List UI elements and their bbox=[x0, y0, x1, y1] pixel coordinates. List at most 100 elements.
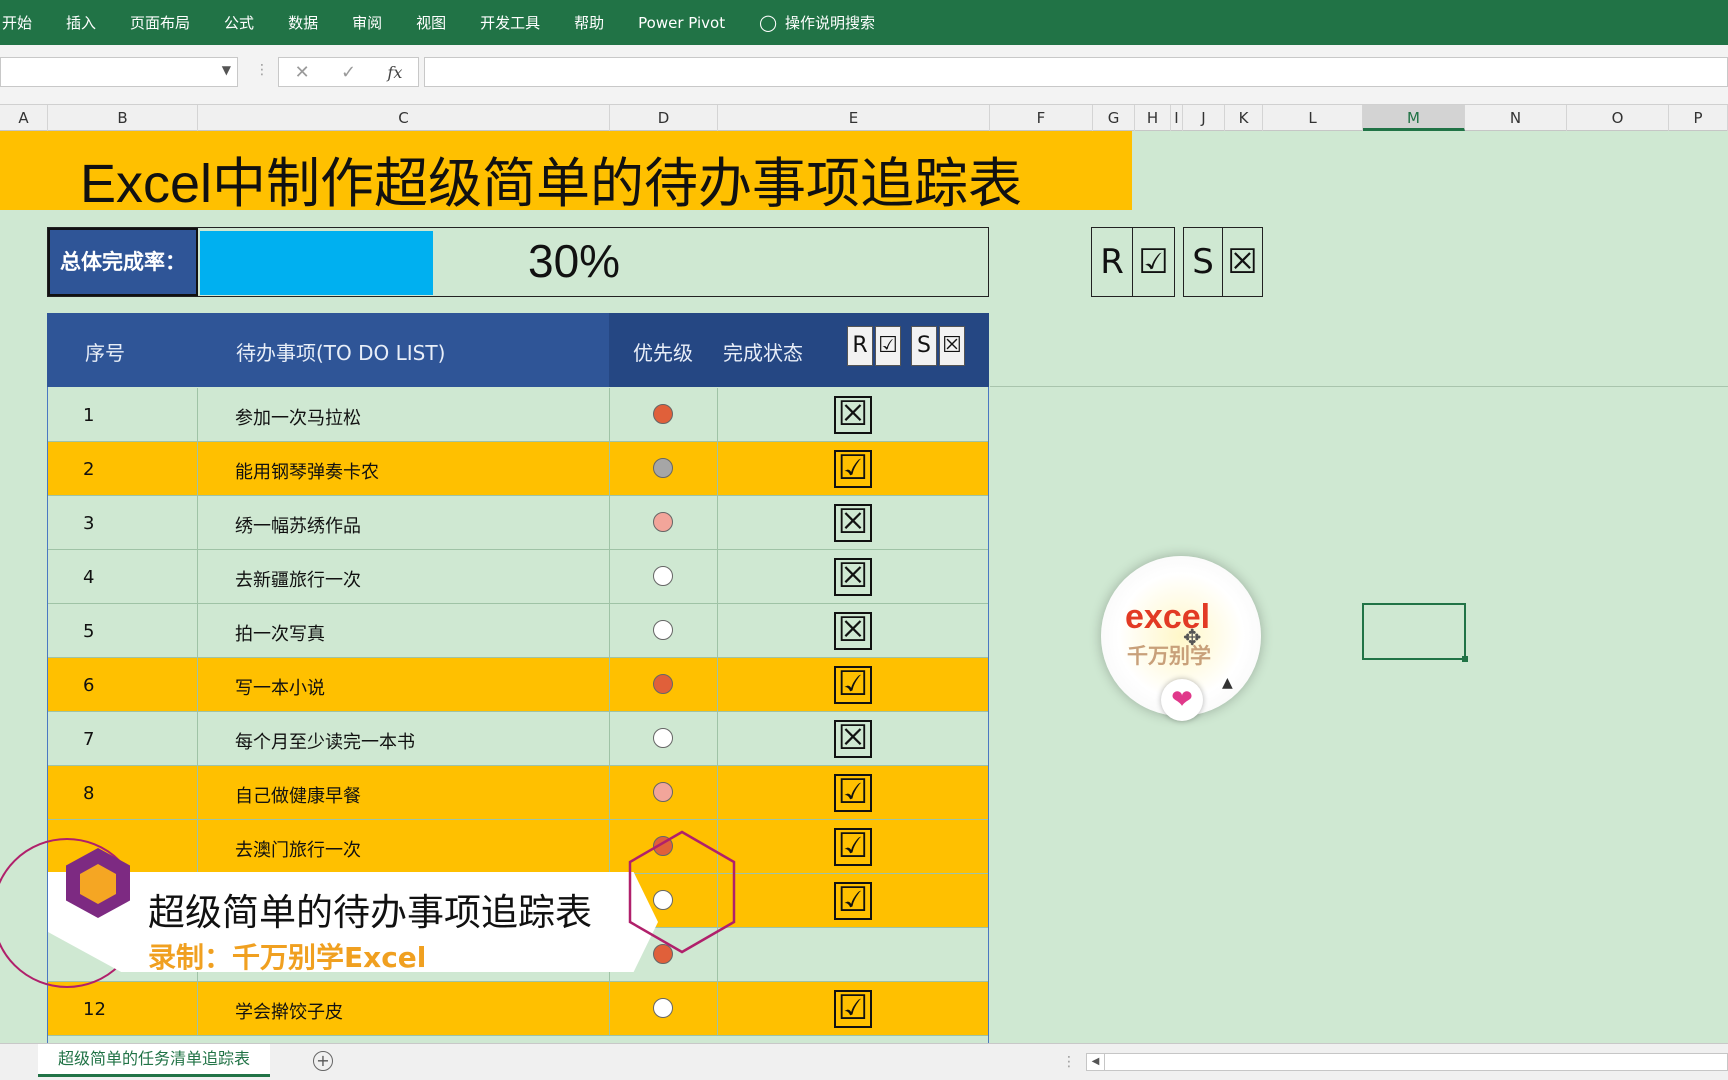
row-number: 5 bbox=[83, 621, 95, 642]
col-divider bbox=[717, 712, 718, 766]
header-mini-r: R bbox=[847, 326, 873, 366]
col-header-k[interactable]: K bbox=[1225, 105, 1263, 131]
row-task: 去新疆旅行一次 bbox=[235, 570, 361, 591]
col-header-e[interactable]: E bbox=[718, 105, 990, 131]
table-row[interactable]: 6 写一本小说 ☑ bbox=[47, 658, 989, 712]
selected-cell[interactable] bbox=[1362, 603, 1468, 662]
table-row[interactable]: 12 学会擀饺子皮 ☑ bbox=[47, 982, 989, 1036]
priority-dot-icon bbox=[653, 566, 673, 586]
hexagon-outline-decoration bbox=[628, 830, 736, 954]
status-checkbox[interactable]: ☑ bbox=[834, 450, 872, 488]
row-number: 6 bbox=[83, 675, 95, 696]
glyph-legend-s[interactable]: S ☒ bbox=[1183, 227, 1263, 297]
heart-icon[interactable]: ❤ bbox=[1161, 679, 1203, 721]
priority-dot-icon bbox=[653, 512, 673, 532]
col-header-h[interactable]: H bbox=[1135, 105, 1171, 131]
tab-insert[interactable]: 插入 bbox=[66, 12, 96, 33]
col-divider bbox=[717, 766, 718, 820]
col-header-m[interactable]: M bbox=[1363, 105, 1465, 131]
col-divider bbox=[717, 604, 718, 658]
col-header-c[interactable]: C bbox=[198, 105, 610, 131]
status-checkbox[interactable]: ☑ bbox=[834, 882, 872, 920]
completion-rate-box[interactable]: 总体完成率： 30% bbox=[47, 227, 989, 297]
col-header-o[interactable]: O bbox=[1567, 105, 1669, 131]
col-header-b[interactable]: B bbox=[48, 105, 198, 131]
title-banner[interactable]: Excel中制作超级简单的待办事项追踪表 bbox=[0, 131, 1132, 214]
caption-subtitle: 录制：千万别学Excel bbox=[148, 941, 427, 974]
col-header-a[interactable]: A bbox=[0, 105, 48, 131]
cancel-icon[interactable]: ✕ bbox=[295, 62, 310, 83]
tab-help[interactable]: 帮助 bbox=[574, 12, 604, 33]
table-row[interactable]: 去澳门旅行一次 ☑ bbox=[47, 820, 989, 874]
name-box[interactable]: ▼ bbox=[0, 57, 238, 87]
col-header-n[interactable]: N bbox=[1465, 105, 1567, 131]
add-sheet-icon[interactable]: + bbox=[313, 1051, 333, 1071]
col-divider bbox=[609, 604, 610, 658]
priority-dot-icon bbox=[653, 458, 673, 478]
status-checkbox[interactable]: ☒ bbox=[834, 612, 872, 650]
table-header: 序号 待办事项(TO DO LIST) 优先级 完成状态 R ☑ S ☒ bbox=[47, 313, 989, 387]
tab-formulas[interactable]: 公式 bbox=[224, 12, 254, 33]
status-checkbox[interactable]: ☑ bbox=[834, 828, 872, 866]
status-checkbox[interactable]: ☑ bbox=[834, 666, 872, 704]
table-row[interactable]: 5 拍一次写真 ☒ bbox=[47, 604, 989, 658]
scroll-left-icon[interactable]: ◀ bbox=[1087, 1054, 1105, 1070]
col-divider bbox=[609, 550, 610, 604]
col-divider bbox=[609, 766, 610, 820]
horizontal-scrollbar[interactable]: ◀ bbox=[1086, 1053, 1728, 1071]
status-checkbox[interactable]: ☒ bbox=[834, 396, 872, 434]
tab-page-layout[interactable]: 页面布局 bbox=[130, 12, 190, 33]
col-header-l[interactable]: L bbox=[1263, 105, 1363, 131]
col-header-f[interactable]: F bbox=[990, 105, 1093, 131]
splitter-dots-icon[interactable]: ⋮ bbox=[1062, 1054, 1076, 1070]
table-row[interactable]: 7 每个月至少读完一本书 ☒ bbox=[47, 712, 989, 766]
header-mini-crossed: ☒ bbox=[939, 326, 965, 366]
status-checkbox[interactable]: ☒ bbox=[834, 720, 872, 758]
insert-function-icon[interactable]: fx bbox=[387, 63, 402, 82]
priority-dot-icon bbox=[653, 728, 673, 748]
table-row[interactable]: 8 自己做健康早餐 ☑ bbox=[47, 766, 989, 820]
col-header-p[interactable]: P bbox=[1669, 105, 1728, 131]
col-header-d[interactable]: D bbox=[610, 105, 718, 131]
row-task: 绣一幅苏绣作品 bbox=[235, 516, 361, 537]
glyph-legend-r[interactable]: R ☑ bbox=[1091, 227, 1175, 297]
col-divider bbox=[197, 766, 198, 820]
col-header-i[interactable]: I bbox=[1171, 105, 1183, 131]
tab-review[interactable]: 审阅 bbox=[352, 12, 382, 33]
table-row[interactable]: 3 绣一幅苏绣作品 ☒ bbox=[47, 496, 989, 550]
chevron-down-icon[interactable]: ▼ bbox=[222, 63, 231, 77]
header-priority: 优先级 bbox=[633, 341, 693, 365]
status-checkbox[interactable]: ☒ bbox=[834, 558, 872, 596]
formula-input[interactable] bbox=[424, 57, 1728, 87]
tab-home[interactable]: 开始 bbox=[2, 12, 32, 33]
status-checkbox[interactable]: ☑ bbox=[834, 990, 872, 1028]
enter-icon[interactable]: ✓ bbox=[341, 62, 356, 83]
col-divider bbox=[197, 658, 198, 712]
splitter-dots-icon[interactable]: ⋮ bbox=[255, 62, 269, 78]
col-header-j[interactable]: J bbox=[1183, 105, 1225, 131]
row-number: 8 bbox=[83, 783, 95, 804]
sheet-title: Excel中制作超级简单的待办事项追踪表 bbox=[80, 154, 1023, 214]
table-row[interactable]: 1 参加一次马拉松 ☒ bbox=[47, 388, 989, 442]
col-header-g[interactable]: G bbox=[1093, 105, 1135, 131]
table-row[interactable]: 4 去新疆旅行一次 ☒ bbox=[47, 550, 989, 604]
priority-dot-icon bbox=[653, 620, 673, 640]
watermark-badge[interactable]: excel 千万别学 ✥ ❤ bbox=[1101, 556, 1261, 721]
tell-me-search[interactable]: 操作说明搜索 bbox=[785, 12, 875, 33]
row-task: 写一本小说 bbox=[235, 678, 325, 699]
fill-handle[interactable] bbox=[1462, 656, 1468, 662]
header-status: 完成状态 bbox=[723, 341, 803, 365]
tab-power-pivot[interactable]: Power Pivot bbox=[638, 14, 725, 32]
status-checkbox[interactable]: ☒ bbox=[834, 504, 872, 542]
status-checkbox[interactable]: ☑ bbox=[834, 774, 872, 812]
col-divider bbox=[197, 550, 198, 604]
row-task: 参加一次马拉松 bbox=[235, 408, 361, 429]
formula-bar: ▼ ⋮ ✕ ✓ fx bbox=[0, 45, 1728, 105]
sheet-tab-active[interactable]: 超级简单的任务清单追踪表 bbox=[38, 1044, 270, 1077]
tab-view[interactable]: 视图 bbox=[416, 12, 446, 33]
completion-rate-label: 总体完成率： bbox=[48, 228, 198, 296]
lightbulb-icon[interactable]: ◯ bbox=[759, 13, 777, 32]
tab-data[interactable]: 数据 bbox=[288, 12, 318, 33]
tab-developer[interactable]: 开发工具 bbox=[480, 12, 540, 33]
table-row[interactable]: 2 能用钢琴弹奏卡农 ☑ bbox=[47, 442, 989, 496]
